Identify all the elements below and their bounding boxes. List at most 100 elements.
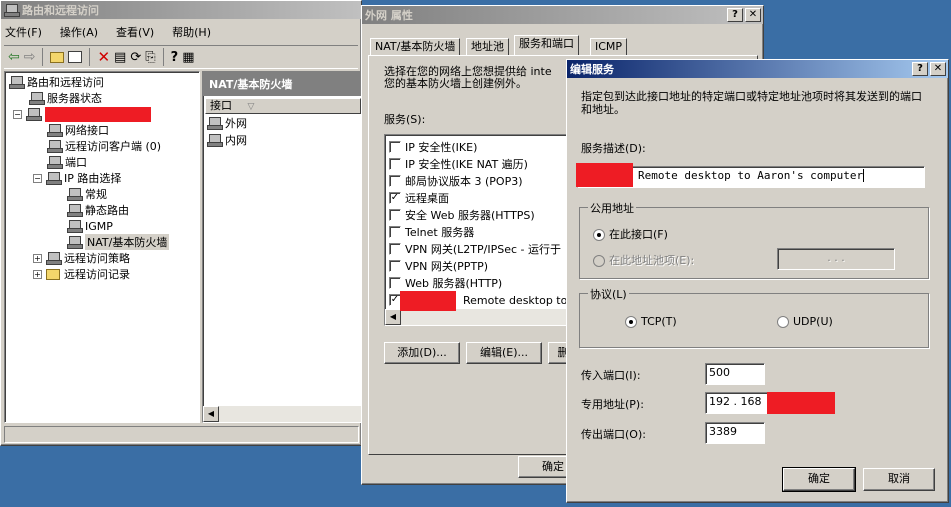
edit-ok-button[interactable]: 确定 <box>782 467 856 492</box>
radio-tcp-label: TCP(T) <box>641 315 677 328</box>
service-label: IP 安全性(IKE) <box>405 141 478 154</box>
expand-icon[interactable]: + <box>33 253 42 263</box>
edit-titlebar[interactable]: 编辑服务 ? ✕ <box>567 60 948 78</box>
add-service-button[interactable]: 添加(D)... <box>384 342 460 364</box>
out-port-label: 传出端口(O): <box>581 428 646 441</box>
menu-view[interactable]: 查看(V) <box>116 24 154 40</box>
edit-description-text: 指定包到达此接口地址的特定端口或特定地址池项时将其发送到的端口和地址。 <box>581 90 922 116</box>
export-icon[interactable]: ⎘ <box>145 50 155 65</box>
refresh-icon[interactable]: ⟳ <box>130 50 141 65</box>
service-label: 邮局协议版本 3 (POP3) <box>405 175 523 188</box>
services-hscroll[interactable]: ◀ <box>385 309 583 325</box>
tree-root[interactable]: 路由和远程访问 <box>9 74 104 90</box>
close-button[interactable]: ✕ <box>930 62 946 76</box>
service-item[interactable]: IP 安全性(IKE NAT 遍历) <box>389 156 528 172</box>
interface-row-internal[interactable]: 内网 <box>207 132 247 148</box>
radio-udp[interactable]: UDP(U) <box>777 315 833 328</box>
checkbox-icon[interactable] <box>389 209 401 221</box>
tree-nat-firewall[interactable]: NAT/基本防火墙 <box>67 234 170 250</box>
out-port-input[interactable]: 3389 <box>705 422 765 444</box>
help-icon[interactable]: ? <box>171 50 179 65</box>
radio-this-interface[interactable]: 在此接口(F) <box>593 226 668 242</box>
scroll-left-icon[interactable]: ◀ <box>203 406 219 422</box>
tree-label: 静态路由 <box>85 204 129 217</box>
checkbox-icon[interactable] <box>389 260 401 272</box>
service-label: VPN 网关(PPTP) <box>405 260 489 273</box>
scroll-left-icon[interactable]: ◀ <box>385 309 401 325</box>
collapse-icon[interactable]: − <box>33 173 42 183</box>
tree-network-interfaces[interactable]: 网络接口 <box>47 122 109 138</box>
result-hscroll[interactable]: ◀ <box>203 406 361 422</box>
props-titlebar[interactable]: 外网 属性 ? ✕ <box>362 6 763 24</box>
tree-general[interactable]: 常规 <box>67 186 107 202</box>
radio-address-pool[interactable]: 在此地址池项(E): <box>593 252 694 268</box>
service-item[interactable]: VPN 网关(PPTP) <box>389 258 488 274</box>
tree-ip-routing[interactable]: − IP 路由选择 <box>33 170 121 186</box>
forward-arrow-icon[interactable]: ⇨ <box>24 49 36 65</box>
menu-action[interactable]: 操作(A) <box>60 24 98 40</box>
edit-cancel-button[interactable]: 取消 <box>863 468 935 491</box>
column-header-interface[interactable]: 接口 ▽ <box>205 98 361 114</box>
interface-icon <box>207 134 223 147</box>
tree-server-status[interactable]: 服务器状态 <box>29 90 102 106</box>
console-icon[interactable]: ▦ <box>182 50 194 65</box>
checkbox-icon[interactable] <box>389 158 401 170</box>
in-port-input[interactable]: 500 <box>705 363 765 385</box>
up-folder-icon[interactable] <box>50 51 65 63</box>
service-item[interactable]: 安全 Web 服务器(HTTPS) <box>389 207 535 223</box>
close-button[interactable]: ✕ <box>745 8 761 22</box>
tree-igmp[interactable]: IGMP <box>67 218 113 234</box>
server-green-icon <box>26 108 42 121</box>
help-button[interactable]: ? <box>912 62 928 76</box>
service-item[interactable]: VPN 网关(L2TP/IPSec - 运行于 <box>389 241 561 257</box>
tab-services[interactable]: 服务和端口 <box>514 35 579 55</box>
tab-pool[interactable]: 地址池 <box>466 38 509 56</box>
tree-static-routes[interactable]: 静态路由 <box>67 202 129 218</box>
help-button[interactable]: ? <box>727 8 743 22</box>
nat-icon <box>67 236 83 249</box>
service-item[interactable]: IP 安全性(IKE) <box>389 139 477 155</box>
mmc-titlebar[interactable]: 路由和远程访问 <box>1 1 361 19</box>
result-pane-header: NAT/基本防火墙 <box>203 72 361 96</box>
delete-icon[interactable]: ✕ <box>97 48 110 66</box>
tree-ports[interactable]: 端口 <box>47 154 87 170</box>
tree-label: IP 路由选择 <box>64 172 122 185</box>
pool-ip-input[interactable]: . . . <box>777 248 895 270</box>
tab-icmp[interactable]: ICMP <box>590 38 628 56</box>
tree-remote-policies[interactable]: + 远程访问策略 <box>33 250 130 266</box>
radio-tcp[interactable]: TCP(T) <box>625 315 677 328</box>
in-port-label: 传入端口(I): <box>581 369 641 382</box>
service-item[interactable]: Web 服务器(HTTP) <box>389 275 502 291</box>
edit-service-dialog: 编辑服务 ? ✕ 指定包到达此接口地址的特定端口或特定地址池项时将其发送到的端口… <box>566 59 949 503</box>
checkbox-checked-icon[interactable]: ✓ <box>389 192 401 204</box>
pool-ip-value: . . . <box>827 251 845 264</box>
service-label: Telnet 服务器 <box>405 226 475 239</box>
checkbox-icon[interactable] <box>389 277 401 289</box>
tree-remote-clients[interactable]: 远程访问客户端 (0) <box>47 138 161 154</box>
checkbox-icon[interactable] <box>389 226 401 238</box>
tree-remote-logging[interactable]: + 远程访问记录 <box>33 266 130 282</box>
tree-label: 网络接口 <box>65 124 109 137</box>
service-item[interactable]: Telnet 服务器 <box>389 224 474 240</box>
collapse-icon[interactable]: − <box>13 109 22 119</box>
edit-service-button[interactable]: 编辑(E)... <box>466 342 542 364</box>
service-item[interactable]: 邮局协议版本 3 (POP3) <box>389 173 523 189</box>
checkbox-icon[interactable] <box>389 141 401 153</box>
tree-server-node[interactable]: − <box>13 106 42 122</box>
radio-unselected-icon <box>593 255 605 267</box>
back-arrow-icon[interactable]: ⇦ <box>8 49 20 65</box>
properties-icon[interactable]: ▤ <box>114 50 126 65</box>
expand-icon[interactable]: + <box>33 269 42 279</box>
menu-file[interactable]: 文件(F) <box>5 24 42 40</box>
tree-label: 远程访问策略 <box>64 252 130 265</box>
tab-nat[interactable]: NAT/基本防火墙 <box>370 38 461 56</box>
interface-row-external[interactable]: 外网 <box>207 115 247 131</box>
service-item[interactable]: ✓ 远程桌面 <box>389 190 449 206</box>
out-port-value: 3389 <box>709 425 737 438</box>
menu-help[interactable]: 帮助(H) <box>172 24 211 40</box>
checkbox-icon[interactable] <box>389 243 401 255</box>
show-tree-icon[interactable] <box>68 51 83 63</box>
policy-icon <box>46 252 62 265</box>
checkbox-icon[interactable] <box>389 175 401 187</box>
general-icon <box>67 188 83 201</box>
